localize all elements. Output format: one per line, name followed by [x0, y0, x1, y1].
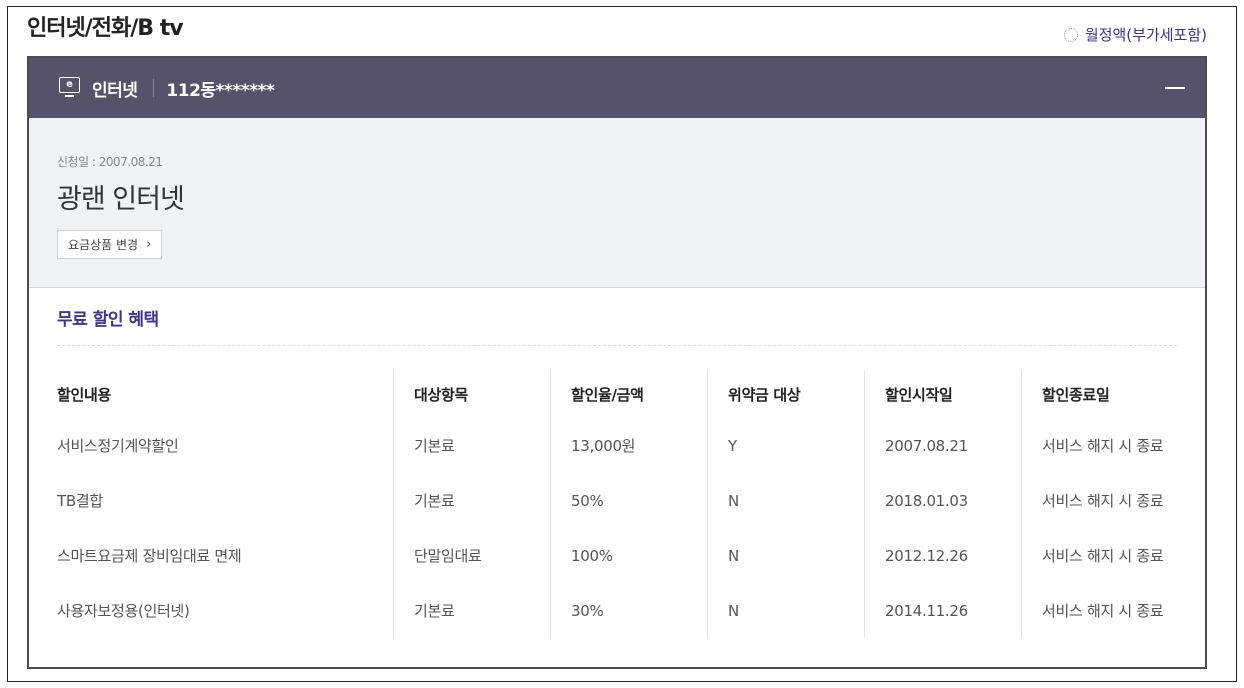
plan-info: 신청일 : 2007.08.21 광랜 인터넷 요금상품 변경 › — [29, 118, 1205, 288]
table-cell: 서비스정기계약할인 — [57, 437, 179, 455]
table-cell: 30% — [571, 601, 604, 620]
table-cell: Y — [728, 436, 737, 455]
monthly-fee-toggle[interactable]: 월정액(부가세포함) — [1063, 24, 1207, 45]
apply-date: 신청일 : 2007.08.21 — [57, 155, 163, 169]
change-plan-label: 요금상품 변경 — [68, 238, 139, 252]
service-card-header: e 인터넷 112동******* — [29, 58, 1205, 118]
page-title: 인터넷/전화/B tv — [27, 16, 184, 41]
collapse-icon[interactable] — [1165, 87, 1185, 89]
table-cell: N — [728, 491, 739, 510]
table-column: 할인종료일 서비스 해지 시 종료 서비스 해지 시 종료 서비스 해지 시 종료 서비… — [1021, 370, 1177, 638]
table-cell: N — [728, 601, 739, 620]
table-cell: 50% — [571, 491, 604, 510]
column-header: 위약금 대상 — [728, 385, 801, 404]
header-divider — [153, 79, 155, 97]
table-cell: 단말임대료 — [414, 547, 482, 565]
table-column: 대상항목 기본료 기본료 단말임대료 기본료 — [393, 370, 550, 638]
change-plan-button[interactable]: 요금상품 변경 › — [57, 230, 163, 259]
table-cell: 2012.12.26 — [885, 546, 968, 565]
monitor-icon: e — [59, 77, 80, 99]
table-cell: 2014.11.26 — [885, 601, 968, 620]
column-header: 대상항목 — [414, 385, 469, 404]
table-cell: 서비스 해지 시 종료 — [1042, 437, 1164, 455]
table-cell: 2018.01.03 — [885, 491, 968, 510]
loading-spinner-icon — [1063, 27, 1078, 42]
table-cell: 2007.08.21 — [885, 436, 968, 455]
monthly-fee-label: 월정액(부가세포함) — [1084, 26, 1207, 44]
table-column: 할인내용서비스정기계약할인 TB결합스마트요금제 장비임대료 면제사용자보정용(인… — [57, 370, 393, 638]
plan-name: 광랜 인터넷 — [57, 184, 185, 215]
table-cell: TB결합 — [57, 492, 103, 510]
chevron-right-icon: › — [146, 237, 152, 252]
column-header: 할인종료일 — [1042, 385, 1110, 404]
table-cell: 서비스 해지 시 종료 — [1042, 492, 1164, 510]
discount-title: 무료 할인 혜택 — [57, 288, 1177, 346]
table-cell: 서비스 해지 시 종료 — [1042, 547, 1164, 565]
table-cell: N — [728, 546, 739, 565]
table-cell: 기본료 — [414, 492, 455, 510]
service-card: e 인터넷 112동******* 신청일 : 2007.08.21 광랜 인터… — [27, 56, 1207, 669]
table-cell: 사용자보정용(인터넷) — [57, 602, 190, 620]
discount-section: 무료 할인 혜택 할인내용서비스정기계약할인 TB결합스마트요금제 장비임대료 면… — [29, 288, 1205, 638]
column-header: 할인내용 — [57, 385, 112, 404]
table-cell: 서비스 해지 시 종료 — [1042, 602, 1164, 620]
table-cell: 스마트요금제 장비임대료 면제 — [57, 547, 242, 565]
service-type: 인터넷 — [92, 80, 138, 101]
service-id: 112동******* — [166, 80, 275, 101]
column-header: 할인시작일 — [885, 385, 953, 404]
table-cell: 100% — [571, 546, 613, 565]
table-cell: 13,000원 — [571, 437, 636, 455]
table-column: 할인시작일 2007.08.21 2018.01.03 2012.12.26 2014.… — [864, 370, 1021, 638]
table-column: 위약금 대상 Y N N N — [707, 370, 864, 638]
table-column: 할인율/금액 13,000원 50% 100% 30% — [550, 370, 707, 638]
table-cell: 기본료 — [414, 437, 455, 455]
column-header: 할인율/금액 — [571, 385, 644, 404]
table-cell: 기본료 — [414, 602, 455, 620]
discount-table: 할인내용서비스정기계약할인 TB결합스마트요금제 장비임대료 면제사용자보정용(인… — [57, 370, 1177, 638]
